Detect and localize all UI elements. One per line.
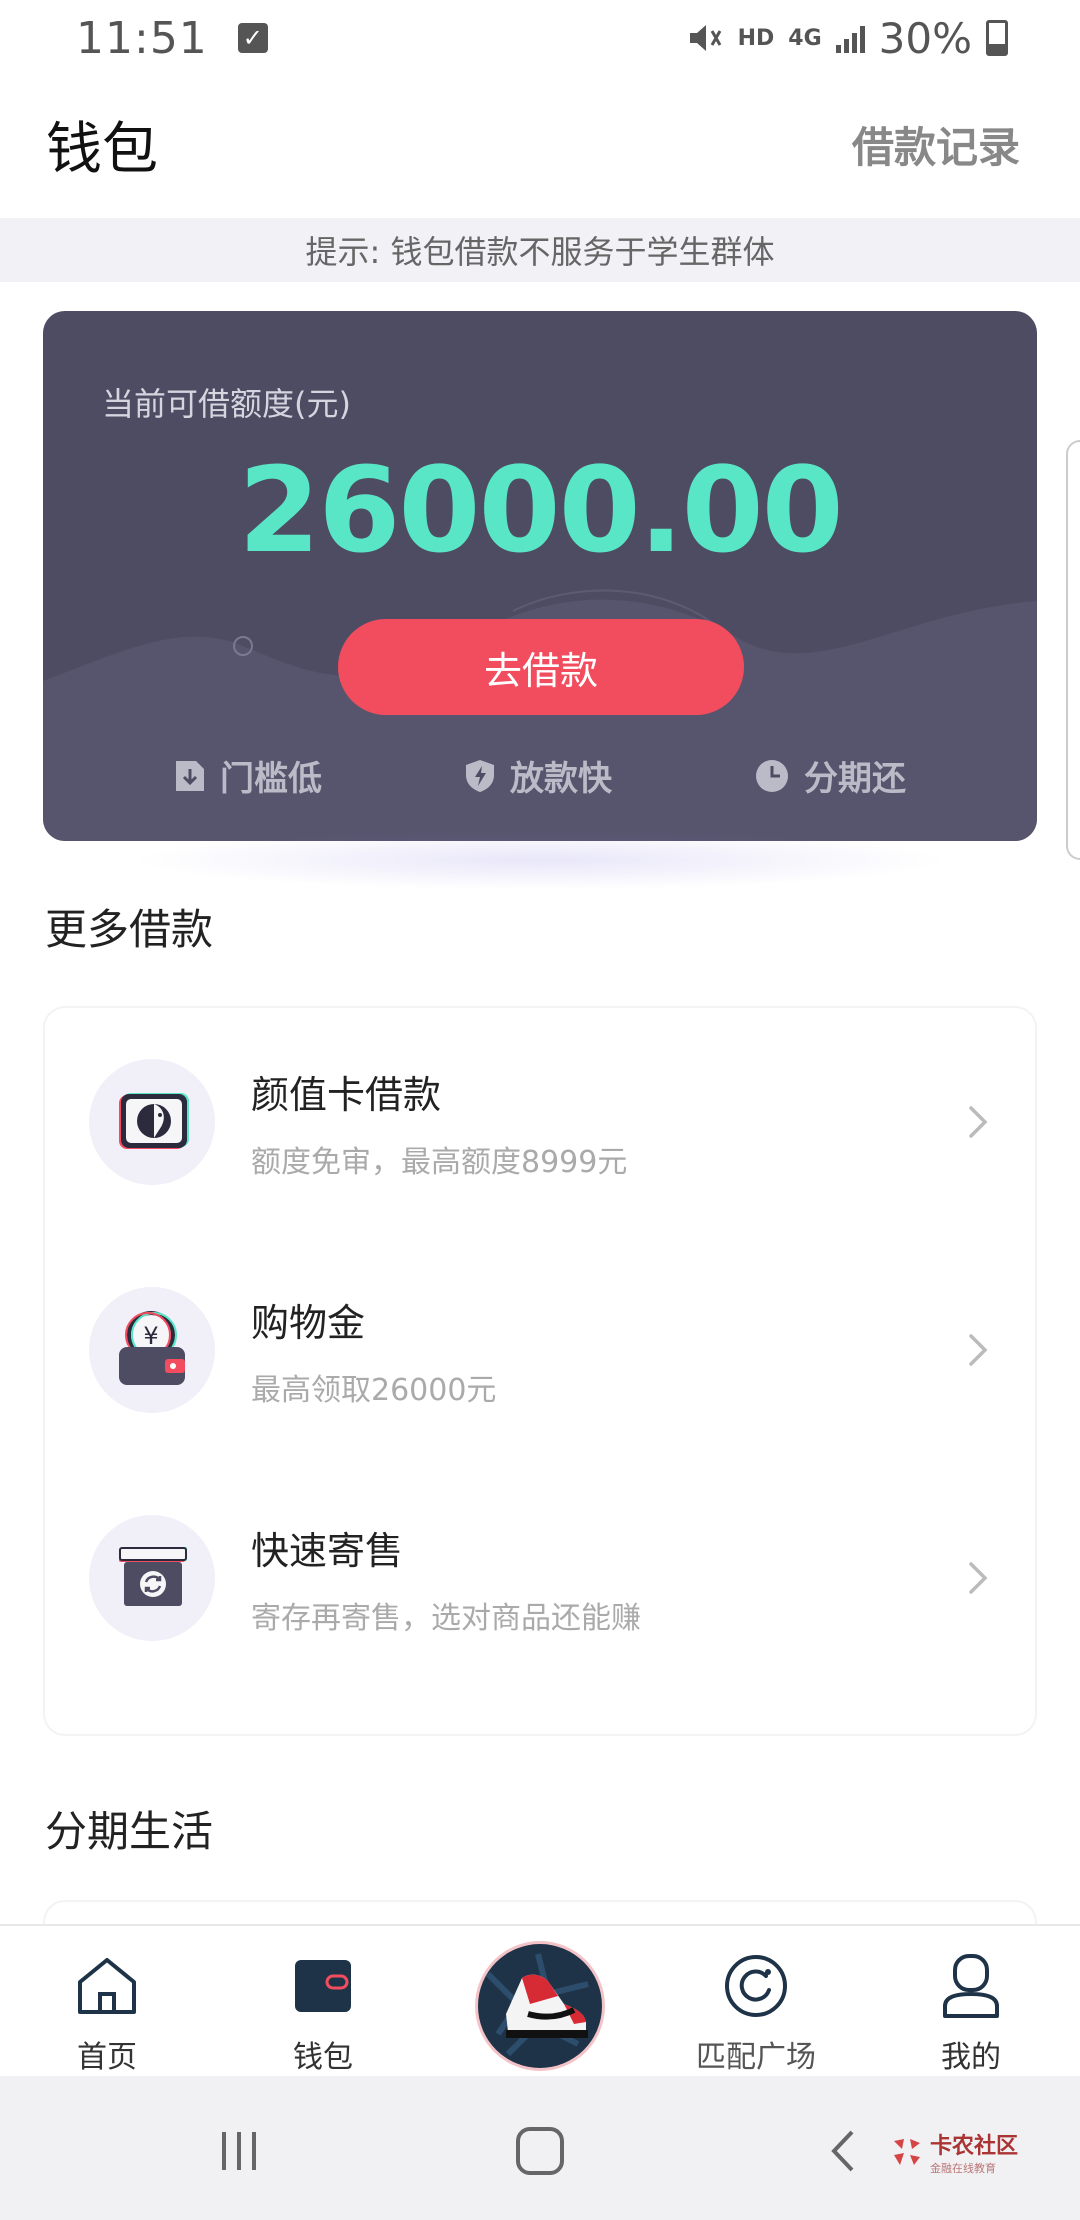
system-nav-bar: 卡农社区 金融在线教育: [0, 2076, 1080, 2220]
loan-item-face-card[interactable]: 颜值卡借款 额度免审，最高额度8999元: [45, 1008, 1039, 1236]
hd-indicator: HD: [737, 25, 775, 51]
credit-label: 当前可借额度(元): [102, 385, 351, 423]
chevron-right-icon: [969, 1334, 988, 1366]
borrow-button[interactable]: 去借款: [338, 619, 744, 715]
loan-title: 购物金: [251, 1300, 366, 1345]
credit-amount: 26000.00: [238, 441, 844, 579]
feature-label: 放款快: [510, 759, 612, 799]
wallet-icon: [291, 1954, 355, 2018]
nav-label: 我的: [941, 2040, 1001, 2075]
feature-installment: 分期还: [754, 751, 906, 800]
yuan-wallet-icon: ¥: [89, 1287, 215, 1413]
feature-low-threshold: 门槛低: [174, 751, 322, 800]
feature-fast-loan: 放款快: [464, 751, 612, 800]
watermark-logo-icon: [893, 2139, 920, 2165]
download-doc-icon: [176, 760, 204, 791]
nav-label: 钱包: [293, 2040, 353, 2075]
home-square-icon: [516, 2127, 564, 2175]
feature-label: 门槛低: [220, 759, 322, 799]
borrow-records-link[interactable]: 借款记录: [852, 114, 1020, 175]
recent-apps-button[interactable]: [204, 2116, 274, 2186]
battery-icon: [986, 20, 1008, 56]
loan-text: 快速寄售 寄存再寄售，选对商品还能赚: [251, 1520, 641, 1637]
loan-subtitle: 最高领取26000元: [251, 1372, 497, 1408]
loan-item-quick-consign[interactable]: 快速寄售 寄存再寄售，选对商品还能赚: [45, 1464, 1039, 1692]
back-arrow-icon: [831, 2130, 854, 2172]
network-indicator: 4G: [788, 25, 822, 51]
loan-title: 颜值卡借款: [251, 1072, 442, 1117]
loan-subtitle: 额度免审，最高额度8999元: [251, 1144, 628, 1180]
loan-item-shopping-credit[interactable]: ¥ 购物金 最高领取26000元: [45, 1236, 1039, 1464]
side-panel-handle[interactable]: [1066, 440, 1080, 860]
page-title: 钱包: [46, 116, 158, 182]
shield-bolt-icon: [466, 759, 494, 792]
watermark: 卡农社区 金融在线教育: [890, 2128, 1018, 2176]
battery-percent: 30%: [878, 13, 972, 63]
nav-profile[interactable]: 我的: [891, 1926, 1051, 2078]
status-time: 11:51: [76, 12, 208, 64]
installment-life-title: 分期生活: [45, 1807, 214, 1856]
nav-label: 首页: [77, 2040, 137, 2075]
sneaker-icon[interactable]: [478, 1944, 602, 2068]
more-loans-list: 颜值卡借款 额度免审，最高额度8999元 ¥ 购物金 最高领取26000元 快速…: [43, 1006, 1037, 1736]
page-header: 钱包 借款记录: [0, 96, 1080, 192]
consign-box-icon: [89, 1515, 215, 1641]
notice-banner: 提示: 钱包借款不服务于学生群体: [0, 218, 1080, 282]
loan-text: 颜值卡借款 额度免审，最高额度8999元: [251, 1064, 627, 1181]
nav-label: 匹配广场: [696, 2040, 816, 2075]
match-icon: [724, 1954, 788, 2018]
home-button[interactable]: [505, 2116, 575, 2186]
feature-label: 分期还: [804, 759, 906, 799]
feature-row: 门槛低 放款快 分期还: [43, 751, 1037, 800]
signal-icon: [835, 23, 865, 53]
clock-icon: [756, 759, 788, 792]
watermark-name: 卡农社区: [929, 2134, 1018, 2159]
face-card-icon: [89, 1059, 215, 1185]
recent-apps-icon: [222, 2132, 256, 2170]
loan-subtitle: 寄存再寄售，选对商品还能赚: [251, 1600, 641, 1636]
status-indicators: HD 4G 30%: [686, 14, 1008, 63]
card-shadow: [130, 830, 950, 890]
bottom-nav: 首页 钱包 匹配广场 我的: [0, 1924, 1080, 2076]
watermark-sub: 金融在线教育: [929, 2162, 996, 2175]
credit-card: 当前可借额度(元) 26000.00 去借款 门槛低 放款快 分期还: [43, 311, 1037, 841]
more-loans-title: 更多借款: [45, 905, 214, 954]
checkbox-notification-icon: ✓: [237, 23, 268, 53]
nav-home[interactable]: 首页: [27, 1926, 187, 2078]
mute-icon: [689, 25, 721, 51]
nav-wallet[interactable]: 钱包: [243, 1926, 403, 2078]
loan-title: 快速寄售: [251, 1528, 404, 1573]
profile-icon: [939, 1954, 1003, 2018]
chevron-right-icon: [969, 1106, 988, 1138]
svg-text:¥: ¥: [143, 1322, 158, 1350]
nav-match-square[interactable]: 匹配广场: [676, 1926, 836, 2078]
back-button[interactable]: [810, 2116, 880, 2186]
chevron-right-icon: [969, 1562, 988, 1594]
loan-text: 购物金 最高领取26000元: [251, 1292, 496, 1409]
status-bar: 11:51 ✓ HD 4G 30%: [0, 0, 1080, 76]
home-icon: [75, 1954, 139, 2018]
